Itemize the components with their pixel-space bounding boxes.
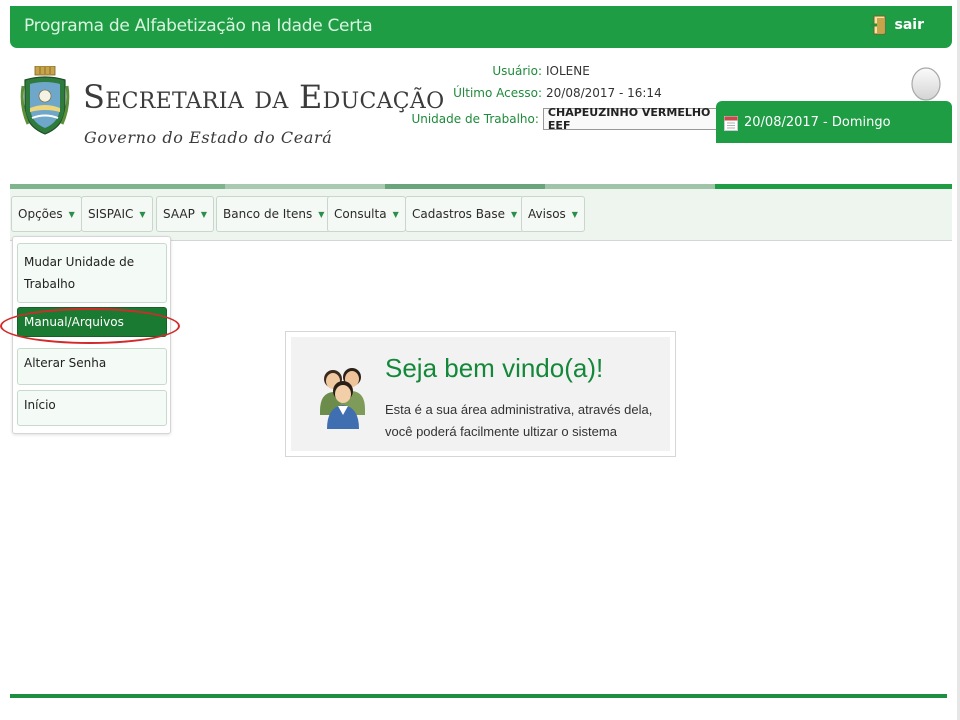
main-menu: Opções ▼ SISPAIC ▼ SAAP ▼ Banco de Itens ▼ C… (10, 189, 952, 241)
work-unit-label: Unidade de Trabalho: (411, 112, 539, 126)
menu-label: SISPAIC (88, 207, 134, 221)
user-label: Usuário: (492, 64, 542, 78)
caret-down-icon: ▼ (392, 209, 399, 219)
last-access-row: Último Acesso: 20/08/2017 - 16:14 (410, 82, 750, 104)
welcome-title: Seja bem vindo(a)! (385, 353, 604, 383)
menu-banco-de-itens[interactable]: Banco de Itens ▼ (216, 196, 332, 232)
door-exit-icon (869, 15, 886, 35)
menu-label: Cadastros Base (412, 207, 505, 221)
brand-title: Secretaria da Educação (83, 78, 445, 116)
welcome-panel: Seja bem vindo(a)! Esta é a sua área adm… (285, 331, 676, 457)
work-unit-row: Unidade de Trabalho: CHAPEUZINHO VERMELH… (410, 104, 750, 134)
welcome-text: Esta é a sua área administrativa, atravé… (385, 402, 653, 439)
coat-of-arms-icon (20, 66, 70, 135)
menu-opcoes[interactable]: Opções ▼ (11, 196, 82, 232)
caret-down-icon: ▼ (68, 209, 75, 219)
menu-avisos[interactable]: Avisos ▼ (521, 196, 585, 232)
menu-cadastros-base[interactable]: Cadastros Base ▼ (405, 196, 525, 232)
menu-label: Consulta (334, 207, 387, 221)
welcome-inner: Seja bem vindo(a)! Esta é a sua área adm… (291, 337, 670, 451)
menu-label: Avisos (528, 207, 566, 221)
menu-saap[interactable]: SAAP ▼ (156, 196, 214, 232)
highlight-ellipse (0, 308, 180, 344)
logout-label: sair (894, 17, 924, 33)
footer-divider (10, 694, 947, 698)
current-date: 20/08/2017 - Domingo (744, 114, 891, 130)
user-info: Usuário: IOLENE Último Acesso: 20/08/201… (410, 60, 750, 134)
menu-item-inicio[interactable]: Início (17, 390, 167, 426)
caret-down-icon: ▼ (139, 209, 146, 219)
program-title: Programa de Alfabetização na Idade Certa (24, 16, 373, 36)
brand-subtitle: Governo do Estado do Ceará (84, 128, 333, 147)
menu-sispaic[interactable]: SISPAIC ▼ (81, 196, 153, 232)
date-bar: 20/08/2017 - Domingo (716, 101, 952, 143)
menu-label: Banco de Itens (223, 207, 313, 221)
menu-item-alterar-senha[interactable]: Alterar Senha (17, 348, 167, 385)
users-group-icon (320, 368, 365, 429)
menu-consulta[interactable]: Consulta ▼ (327, 196, 406, 232)
menu-item-mudar-unidade[interactable]: Mudar Unidade de Trabalho (17, 243, 167, 303)
caret-down-icon: ▼ (200, 209, 207, 219)
user-row: Usuário: IOLENE (410, 60, 750, 82)
caret-down-icon: ▼ (318, 209, 325, 219)
caret-down-icon: ▼ (510, 209, 518, 219)
last-access-label: Último Acesso: (453, 86, 542, 100)
menu-label: Opções (18, 207, 63, 221)
last-access-value: 20/08/2017 - 16:14 (546, 86, 662, 100)
user-value: IOLENE (546, 64, 590, 78)
work-unit-value: CHAPEUZINHO VERMELHO EEF (547, 106, 711, 132)
calendar-icon (724, 116, 738, 131)
logout-button[interactable]: sair (869, 15, 924, 35)
caret-down-icon: ▼ (571, 209, 578, 219)
top-bar: Programa de Alfabetização na Idade Certa… (10, 6, 952, 48)
menu-label: SAAP (163, 207, 195, 221)
